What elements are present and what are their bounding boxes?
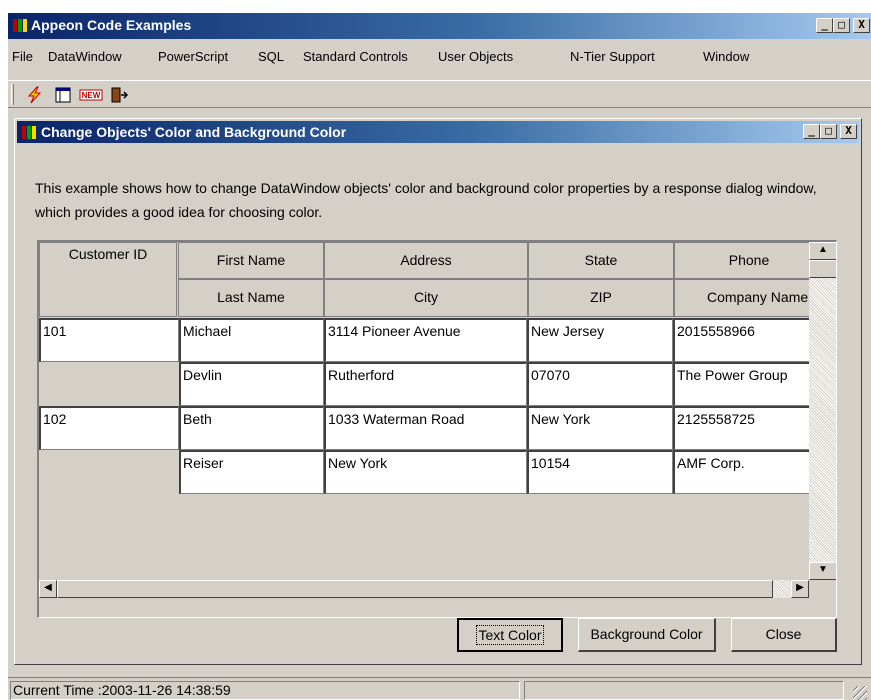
cell-state[interactable]: New York	[527, 406, 673, 450]
background-color-button[interactable]: Background Color	[578, 618, 716, 652]
resize-grip[interactable]	[853, 686, 867, 700]
menu-n-tier-support[interactable]: N-Tier Support	[570, 49, 655, 64]
close-dialog-button[interactable]: Close	[731, 618, 837, 652]
horizontal-scrollbar[interactable]: ◀ ▶	[39, 580, 809, 598]
status-bar: Current Time :2003-11-26 14:38:59	[8, 677, 871, 700]
menu-window[interactable]: Window	[703, 49, 749, 64]
child-minimize-button[interactable]: _	[803, 124, 820, 139]
child-window: Change Objects' Color and Background Col…	[14, 118, 862, 665]
menu-bar: File DataWindow PowerScript SQL Standard…	[8, 48, 871, 68]
cell-customer-id[interactable]: 102	[39, 406, 179, 450]
cell-city[interactable]: Rutherford	[324, 362, 527, 406]
cell-first-name[interactable]: Michael	[179, 318, 324, 362]
vertical-scrollbar[interactable]: ▲ ▼	[809, 242, 836, 580]
header-company-name: Company Name	[674, 279, 809, 317]
scroll-up-button[interactable]: ▲	[809, 242, 836, 260]
cell-spacer	[39, 450, 179, 494]
scroll-right-button[interactable]: ▶	[791, 580, 809, 598]
child-title-bar[interactable]: Change Objects' Color and Background Col…	[17, 121, 859, 143]
cell-last-name[interactable]: Devlin	[179, 362, 324, 406]
exit-door-icon[interactable]	[109, 86, 129, 104]
menu-sql[interactable]: SQL	[258, 49, 284, 64]
cell-company-name[interactable]: AMF Corp.	[673, 450, 809, 494]
appeon-logo-icon	[13, 19, 27, 32]
minimize-button[interactable]: _	[816, 18, 833, 33]
window-icon[interactable]	[53, 86, 73, 104]
header-phone: Phone	[674, 242, 809, 279]
menu-user-objects[interactable]: User Objects	[438, 49, 513, 64]
cell-zip[interactable]: 10154	[527, 450, 673, 494]
scroll-down-button[interactable]: ▼	[809, 562, 836, 580]
customer-datawindow[interactable]: Customer ID First Name Address State Pho…	[37, 240, 837, 618]
vertical-scroll-thumb[interactable]	[809, 260, 836, 278]
app-window: Appeon Code Examples _ □ X File DataWind…	[8, 13, 871, 700]
menu-powerscript[interactable]: PowerScript	[158, 49, 228, 64]
close-button[interactable]: X	[853, 18, 870, 33]
app-title-bar[interactable]: Appeon Code Examples _ □ X	[8, 13, 871, 39]
app-title: Appeon Code Examples	[31, 17, 192, 33]
header-last-name: Last Name	[178, 279, 324, 317]
menu-file[interactable]: File	[12, 49, 33, 64]
header-first-name: First Name	[178, 242, 324, 279]
cell-state[interactable]: New Jersey	[527, 318, 673, 362]
cell-phone[interactable]: 2125558725	[673, 406, 809, 450]
cell-address[interactable]: 1033 Waterman Road	[324, 406, 527, 450]
datawindow-viewport: Customer ID First Name Address State Pho…	[39, 242, 809, 580]
cell-company-name[interactable]: The Power Group	[673, 362, 809, 406]
cell-spacer	[39, 362, 179, 406]
header-address: Address	[324, 242, 528, 279]
description-text: This example shows how to change DataWin…	[35, 180, 817, 220]
text-color-button[interactable]: Text Color	[457, 618, 563, 652]
cell-customer-id[interactable]: 101	[39, 318, 179, 362]
header-customer-id: Customer ID	[39, 242, 177, 317]
cell-first-name[interactable]: Beth	[179, 406, 324, 450]
child-close-button[interactable]: X	[840, 124, 857, 139]
status-panel	[524, 681, 844, 700]
toolbar: NEW	[8, 80, 871, 108]
svg-text:NEW: NEW	[82, 91, 101, 100]
horizontal-scroll-thumb[interactable]	[57, 580, 773, 598]
cell-address[interactable]: 3114 Pioneer Avenue	[324, 318, 527, 362]
child-title: Change Objects' Color and Background Col…	[41, 124, 347, 140]
status-current-time: Current Time :2003-11-26 14:38:59	[10, 681, 520, 700]
new-icon[interactable]: NEW	[79, 86, 103, 104]
toolbar-grip[interactable]	[11, 84, 14, 105]
lightning-icon[interactable]	[25, 86, 45, 104]
header-city: City	[324, 279, 528, 317]
cell-city[interactable]: New York	[324, 450, 527, 494]
cell-last-name[interactable]: Reiser	[179, 450, 324, 494]
header-zip: ZIP	[528, 279, 674, 317]
child-maximize-button[interactable]: □	[820, 124, 837, 139]
maximize-button[interactable]: □	[833, 18, 850, 33]
menu-datawindow[interactable]: DataWindow	[48, 49, 122, 64]
appeon-logo-icon	[22, 126, 36, 139]
menu-standard-controls[interactable]: Standard Controls	[303, 49, 408, 64]
header-state: State	[528, 242, 674, 279]
scroll-left-button[interactable]: ◀	[39, 580, 57, 598]
cell-zip[interactable]: 07070	[527, 362, 673, 406]
cell-phone[interactable]: 2015558966	[673, 318, 809, 362]
